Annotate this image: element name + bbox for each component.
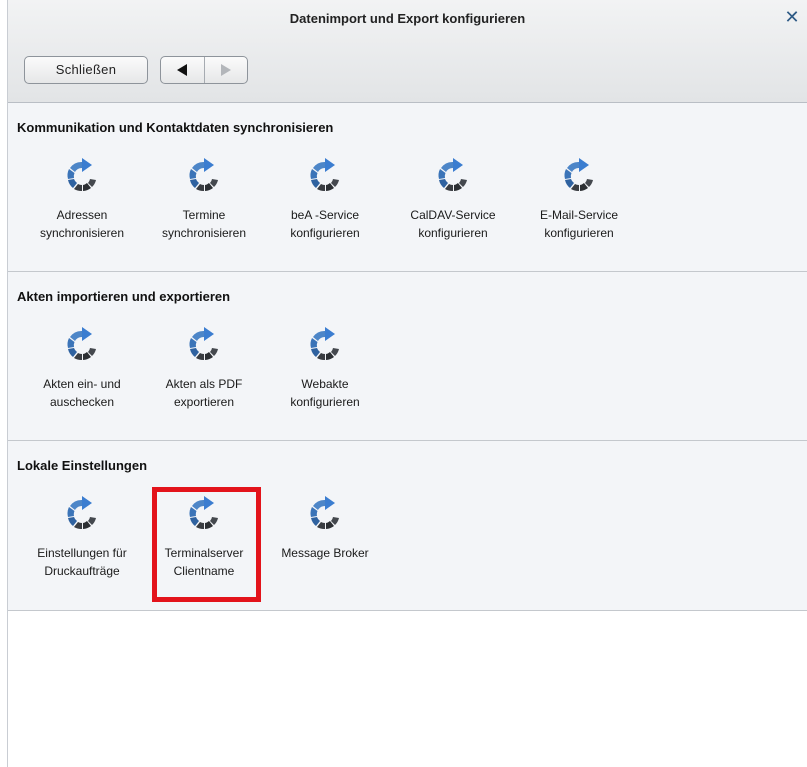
- item-email-service-konfigurieren[interactable]: E-Mail-Service konfigurieren: [520, 157, 638, 242]
- item-adressen-synchronisieren[interactable]: Adressen synchronisieren: [23, 157, 141, 242]
- item-caldav-service-konfigurieren[interactable]: CalDAV-Service konfigurieren: [394, 157, 512, 242]
- item-akten-ein-auschecken[interactable]: Akten ein- und auschecken: [23, 326, 141, 411]
- dialog-header: Datenimport und Export konfigurieren ✕ S…: [8, 0, 807, 103]
- arrow-left-icon: [177, 64, 188, 76]
- section-title: Lokale Einstellungen: [17, 458, 148, 473]
- sync-arrow-icon: [67, 327, 96, 361]
- item-termine-synchronisieren[interactable]: Termine synchronisieren: [145, 157, 263, 242]
- item-label: E-Mail-Service konfigurieren: [539, 208, 618, 240]
- section-akten: Akten importieren und exportieren Akten …: [8, 272, 807, 441]
- close-button[interactable]: Schließen: [24, 56, 148, 84]
- sync-arrow-icon: [438, 158, 467, 192]
- item-label: beA -Service konfigurieren: [290, 208, 360, 240]
- dialog-title: Datenimport und Export konfigurieren: [289, 11, 526, 26]
- forward-button[interactable]: [203, 57, 248, 83]
- close-icon[interactable]: ✕: [783, 7, 801, 27]
- sync-arrow-icon: [310, 158, 339, 192]
- sync-arrow-icon: [189, 158, 218, 192]
- highlight-box: [152, 487, 261, 602]
- item-label: Termine synchronisieren: [161, 208, 247, 240]
- sync-arrow-icon: [310, 496, 339, 530]
- arrow-right-icon: [220, 64, 231, 76]
- item-message-broker[interactable]: Message Broker: [266, 495, 384, 562]
- sync-arrow-icon: [310, 327, 339, 361]
- back-button[interactable]: [161, 57, 204, 83]
- item-label: Message Broker: [281, 546, 369, 560]
- item-label: Einstellungen für Druckaufträge: [37, 546, 127, 578]
- item-webakte-konfigurieren[interactable]: Webakte konfigurieren: [266, 326, 384, 411]
- item-label: Adressen synchronisieren: [39, 208, 125, 240]
- item-label: Akten ein- und auschecken: [43, 377, 121, 409]
- dialog-window: Datenimport und Export konfigurieren ✕ S…: [7, 0, 807, 767]
- item-bea-service-konfigurieren[interactable]: beA -Service konfigurieren: [266, 157, 384, 242]
- navigation-button-group: [160, 56, 248, 84]
- item-label: CalDAV-Service konfigurieren: [410, 208, 496, 240]
- sync-arrow-icon: [564, 158, 593, 192]
- section-kommunikation: Kommunikation und Kontaktdaten synchroni…: [8, 103, 807, 272]
- section-title: Kommunikation und Kontaktdaten synchroni…: [17, 120, 334, 135]
- section-lokale-einstellungen: Lokale Einstellungen Einstellungen für D…: [8, 441, 807, 611]
- item-einstellungen-druckauftraege[interactable]: Einstellungen für Druckaufträge: [23, 495, 141, 580]
- item-akten-pdf-exportieren[interactable]: Akten als PDF exportieren: [145, 326, 263, 411]
- sync-arrow-icon: [67, 158, 96, 192]
- section-title: Akten importieren und exportieren: [17, 289, 231, 304]
- item-label: Webakte konfigurieren: [290, 377, 360, 409]
- sync-arrow-icon: [67, 496, 96, 530]
- item-label: Akten als PDF exportieren: [165, 377, 243, 409]
- sync-arrow-icon: [189, 327, 218, 361]
